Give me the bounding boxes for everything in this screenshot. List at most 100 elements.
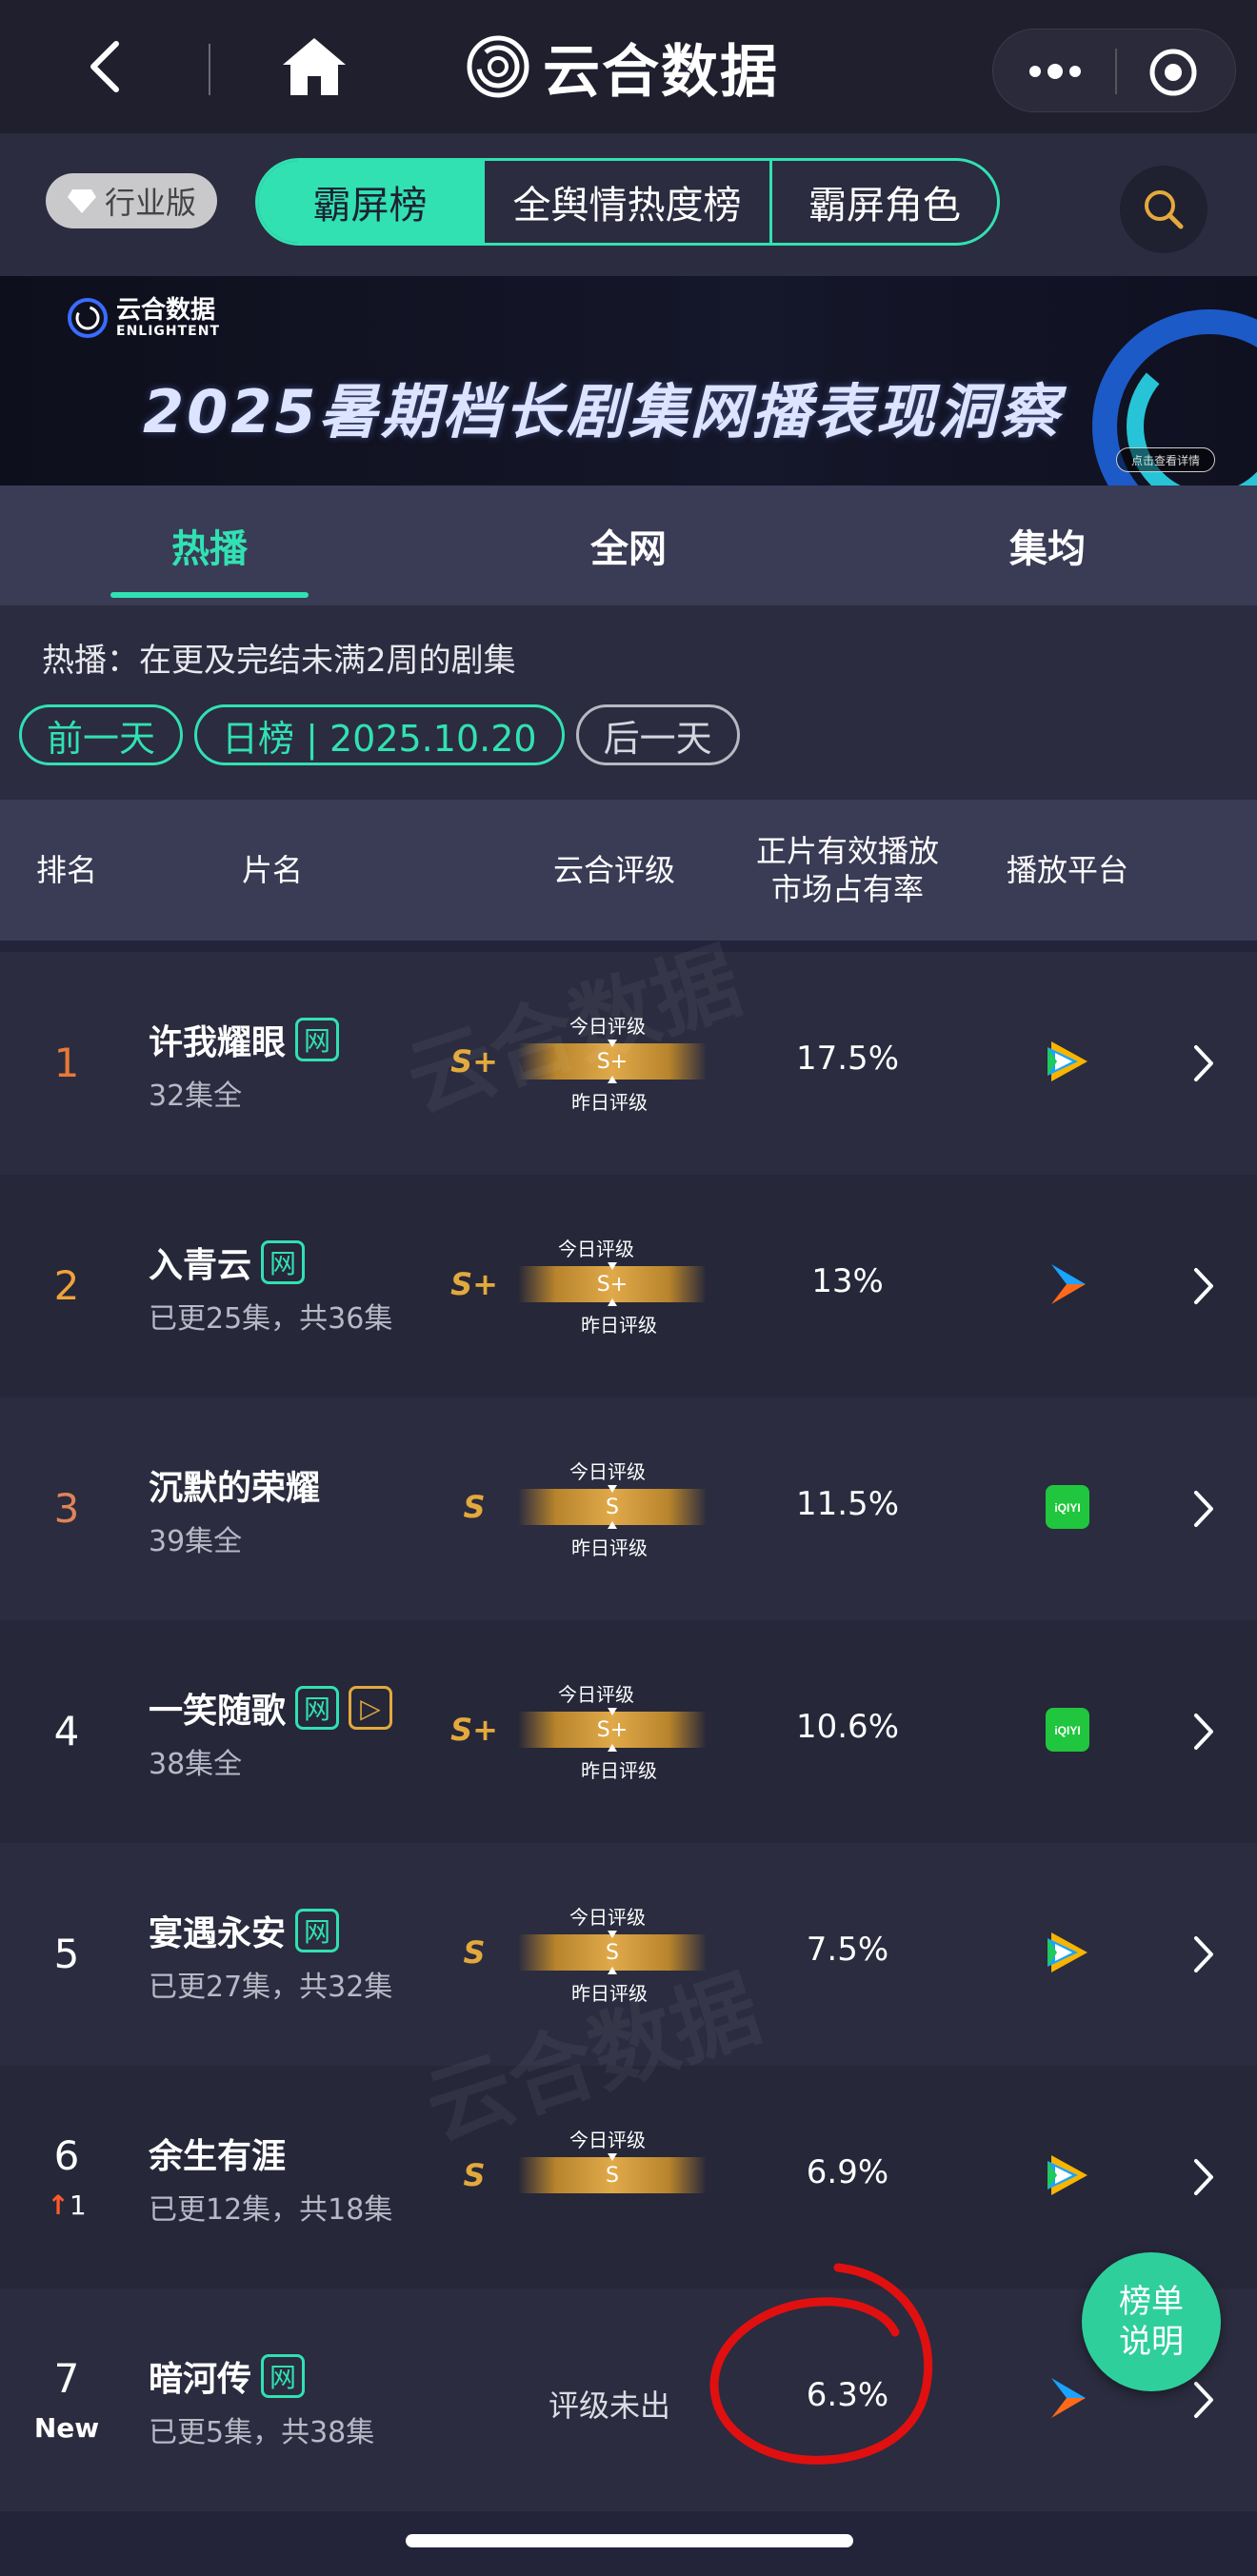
today-rating-label: 今日评级 — [558, 1238, 634, 1260]
header-share: 正片有效播放 市场占有率 — [743, 832, 952, 908]
search-button[interactable] — [1120, 166, 1207, 253]
yesterday-pointer — [608, 1967, 617, 1974]
yesterday-pointer — [608, 1744, 617, 1752]
rating-grade: S — [463, 1934, 486, 1971]
episode-status: 已更25集，共36集 — [149, 1302, 393, 1336]
float-line2: 说明 — [1119, 2323, 1184, 2361]
edition-badge[interactable]: 行业版 — [46, 173, 217, 228]
rating-bar-grade: S — [606, 2163, 619, 2188]
next-day-button[interactable]: 后一天 — [575, 704, 740, 765]
rating-grade: S — [463, 1489, 486, 1525]
table-row[interactable]: 5 宴遇永安网已更27集，共32集 S 今日评级 S 昨日评级 7.5% — [0, 1843, 1257, 2066]
rank-change: ↑1 — [19, 2190, 114, 2221]
main-tabs: 霸屏榜 全舆情热度榜 霸屏角色 — [255, 158, 1000, 246]
new-badge: New — [33, 2412, 100, 2444]
tab-screen-dominance[interactable]: 霸屏榜 — [258, 161, 485, 243]
rating-bar-grade: S+ — [596, 1049, 628, 1074]
mini-program-capsule — [992, 29, 1236, 112]
yesterday-rating-label: 昨日评级 — [571, 1982, 648, 2005]
episode-status: 39集全 — [149, 1525, 243, 1558]
episode-status: 38集全 — [149, 1748, 243, 1781]
episode-status: 已更12集，共18集 — [149, 2193, 393, 2227]
tab-dominant-roles[interactable]: 霸屏角色 — [772, 161, 997, 243]
header-rating: 云合评级 — [552, 852, 675, 888]
tab-hot[interactable]: 热播 — [0, 485, 419, 605]
rank-number: 5 — [53, 1931, 80, 1977]
show-title: 一笑随歌 — [149, 1692, 287, 1731]
rank-change-value: 1 — [69, 2190, 87, 2221]
rating-grade: S+ — [450, 1712, 498, 1748]
today-pointer — [608, 1708, 617, 1715]
market-share: 6.3% — [806, 2376, 889, 2414]
table-header: 排名 片名 云合评级 正片有效播放 市场占有率 播放平台 — [0, 800, 1257, 941]
today-rating-label: 今日评级 — [558, 1683, 634, 1706]
chevron-left-icon[interactable] — [78, 38, 135, 95]
more-dots-icon[interactable] — [1022, 50, 1088, 92]
table-row[interactable]: 2 入青云网已更25集，共36集 S+ 今日评级 S+ 昨日评级 13% — [0, 1175, 1257, 1397]
promo-banner[interactable]: 云合数据 ENLIGHTENT 2025暑期档长剧集网播表现洞察 点击查看详情 — [0, 276, 1257, 485]
web-series-tag: 网 — [295, 1686, 340, 1730]
tab-public-opinion[interactable]: 全舆情热度榜 — [485, 161, 772, 243]
banner-logo-cn: 云合数据 — [116, 296, 216, 325]
today-pointer — [608, 1040, 617, 1047]
rating-bar: S+ — [518, 1712, 707, 1748]
rating-bar-grade: S — [606, 1940, 619, 1965]
rank-number: 4 — [53, 1708, 80, 1754]
chevron-right-icon[interactable] — [1188, 2155, 1217, 2199]
market-share: 6.9% — [806, 2153, 889, 2191]
yesterday-pointer — [608, 1076, 617, 1083]
web-series-tag: 网 — [261, 1240, 306, 1284]
tab-all-network[interactable]: 全网 — [419, 485, 838, 605]
chevron-right-icon[interactable] — [1188, 1041, 1217, 1085]
rating-bar: S — [518, 1934, 707, 1971]
home-icon[interactable] — [281, 36, 348, 97]
rating-grade: S — [463, 2157, 486, 2193]
banner-details-link[interactable]: 点击查看详情 — [1116, 447, 1215, 472]
episode-status: 32集全 — [149, 1080, 243, 1113]
tab-per-episode[interactable]: 集均 — [838, 485, 1257, 605]
rank-number: 1 — [53, 1040, 80, 1086]
prev-day-button[interactable]: 前一天 — [19, 704, 184, 765]
ranking-explanation-button[interactable]: 榜单 说明 — [1082, 2252, 1221, 2391]
date-navigator: 前一天 日榜 | 2025.10.20 后一天 — [19, 704, 740, 765]
rating-bar: S — [518, 1489, 707, 1525]
show-title-wrap: 余生有涯 — [149, 2129, 286, 2178]
yesterday-rating-label: 昨日评级 — [581, 1314, 657, 1337]
table-row[interactable]: 4 一笑随歌网 ▷ 38集全 S+ 今日评级 S+ 昨日评级 10.6% iQIYI — [0, 1620, 1257, 1843]
show-title: 入青云 — [149, 1246, 252, 1285]
search-icon — [1145, 190, 1184, 229]
header-share-line1: 正片有效播放 — [755, 833, 939, 869]
chevron-right-icon[interactable] — [1188, 1264, 1217, 1308]
market-share: 7.5% — [806, 1931, 889, 1969]
today-pointer — [608, 1485, 617, 1493]
date-selector[interactable]: 日榜 | 2025.10.20 — [194, 704, 565, 765]
mini-program-close-icon[interactable] — [1147, 47, 1199, 98]
exclusive-tag: ▷ — [349, 1686, 393, 1730]
web-series-tag: 网 — [295, 1018, 340, 1061]
ranking-tabs: 热播 全网 集均 — [0, 485, 1257, 605]
show-title-wrap: 暗河传网 — [149, 2351, 306, 2401]
table-row[interactable]: 6 ↑1 余生有涯已更12集，共18集 S 今日评级 S 6.9% — [0, 2066, 1257, 2289]
edition-label: 行业版 — [104, 185, 196, 221]
rank-number: 6 — [53, 2132, 80, 2179]
tencent-video-icon — [1044, 1929, 1091, 1976]
arrow-up-icon: ↑ — [47, 2190, 70, 2221]
chevron-right-icon[interactable] — [1188, 1710, 1217, 1754]
table-row[interactable]: 3 沉默的荣耀 39集全 S 今日评级 S 昨日评级 11.5% iQIYI — [0, 1397, 1257, 1620]
today-pointer — [608, 1262, 617, 1270]
table-row[interactable]: 1 许我耀眼网 32集全 S+ 今日评级 S+ 昨日评级 17.5% — [0, 952, 1257, 1175]
yesterday-rating-label: 昨日评级 — [571, 1536, 648, 1559]
svg-text:iQIYI: iQIYI — [1054, 1724, 1080, 1737]
chevron-right-icon[interactable] — [1188, 1487, 1217, 1531]
today-rating-label: 今日评级 — [569, 2129, 646, 2151]
chevron-right-icon[interactable] — [1188, 2378, 1217, 2422]
show-title-wrap: 入青云网 — [149, 1238, 306, 1287]
youku-icon — [1044, 2374, 1091, 2422]
table-row[interactable]: 7 New 暗河传网已更5集，共38集 评级未出 6.3% — [0, 2289, 1257, 2511]
capsule-divider — [1115, 49, 1117, 94]
banner-logo-en: ENLIGHTENT — [116, 324, 220, 339]
market-share: 10.6% — [795, 1708, 899, 1746]
today-pointer — [608, 1931, 617, 1938]
market-share: 17.5% — [795, 1040, 899, 1078]
chevron-right-icon[interactable] — [1188, 1932, 1217, 1976]
